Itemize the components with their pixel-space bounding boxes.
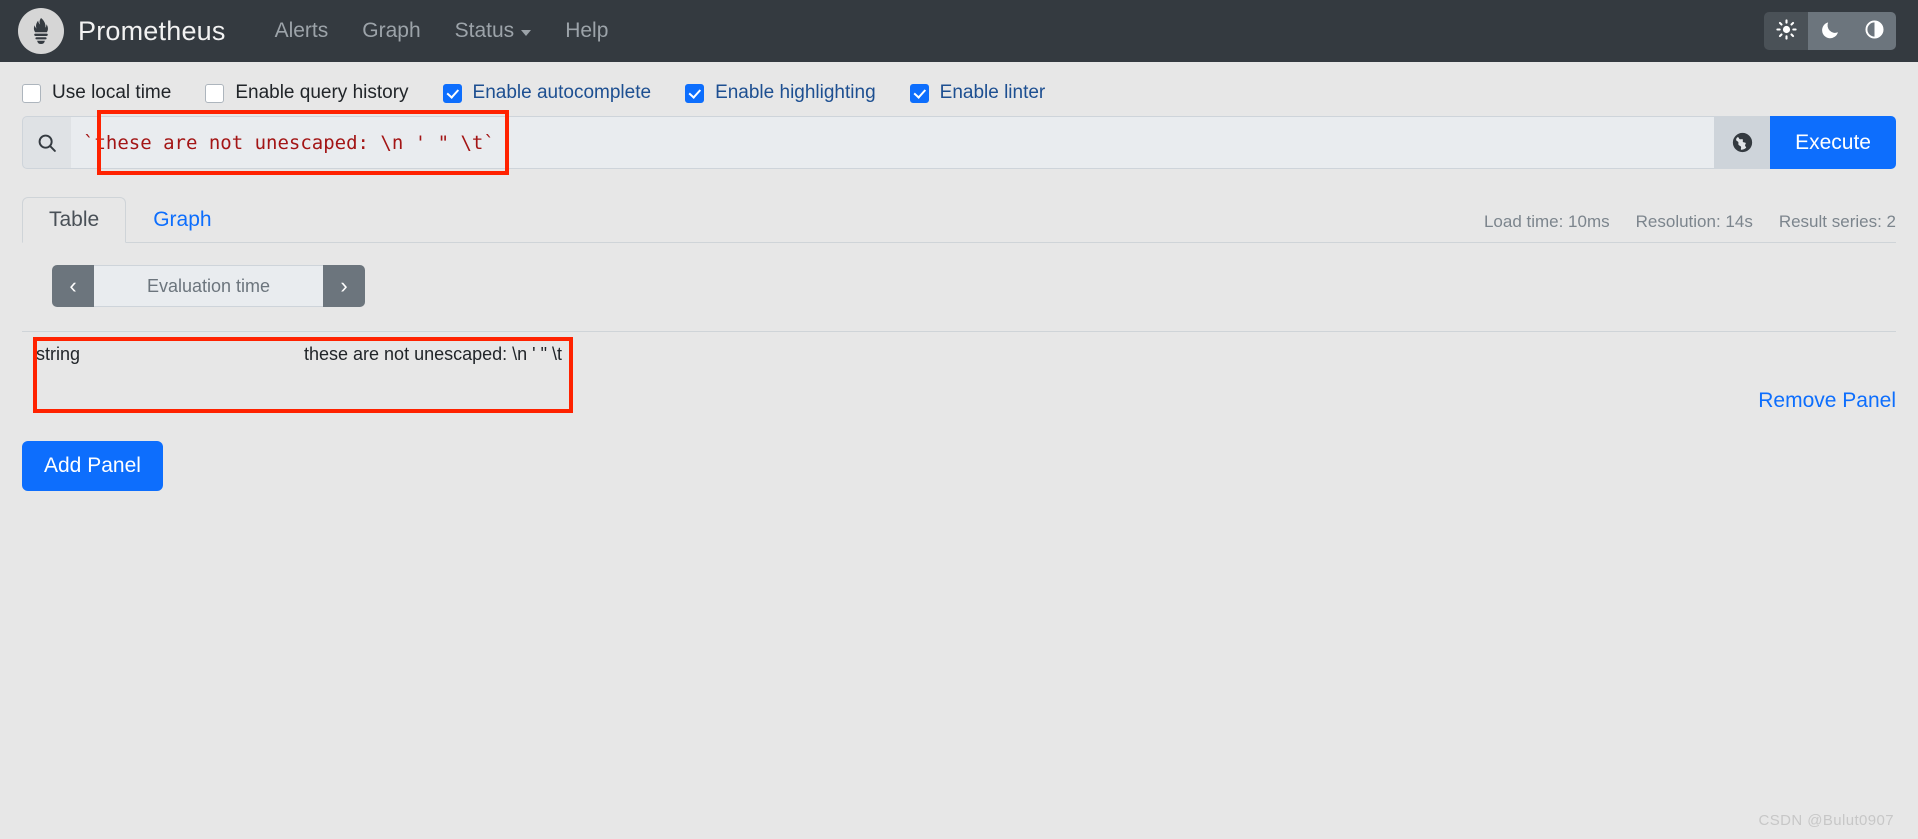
- auto-theme-button[interactable]: [1852, 12, 1896, 50]
- enable-query-history-label: Enable query history: [235, 82, 409, 103]
- add-panel-button[interactable]: Add Panel: [22, 441, 163, 491]
- use-local-time-label: Use local time: [52, 82, 172, 103]
- half-circle-icon: [1864, 19, 1885, 43]
- chevron-left-icon[interactable]: ‹: [52, 265, 94, 307]
- execute-button[interactable]: Execute: [1770, 116, 1896, 169]
- option-enable-highlighting[interactable]: Enable highlighting: [685, 82, 876, 104]
- nav-link-status-label: Status: [454, 19, 515, 42]
- query-input[interactable]: `these are not unescaped: \n ' " \t`: [71, 116, 1715, 169]
- globe-icon[interactable]: [1714, 116, 1771, 169]
- result-series-value: these are not unescaped: \n ' " \t: [290, 331, 1896, 377]
- navbar: Prometheus Alerts Graph Status Help: [0, 0, 1918, 62]
- query-bar-wrapper: `these are not unescaped: \n ' " \t` Exe…: [0, 110, 1918, 175]
- enable-linter-label: Enable linter: [939, 82, 1046, 103]
- enable-linter-checkbox[interactable]: [909, 83, 929, 103]
- option-use-local-time[interactable]: Use local time: [22, 82, 171, 104]
- resolution-text: Resolution: 14s: [1635, 212, 1753, 231]
- evaluation-time-row: ‹ Evaluation time ›: [52, 265, 1896, 307]
- nav-link-status[interactable]: Status: [438, 13, 549, 49]
- nav-link-help[interactable]: Help: [548, 13, 625, 49]
- theme-toggle-group: [1764, 12, 1896, 50]
- brand[interactable]: Prometheus: [18, 8, 226, 54]
- result-series-name: string: [22, 331, 290, 377]
- panel-tabs: Table Graph Load time: 10ms Resolution: …: [22, 195, 1896, 243]
- remove-panel-button[interactable]: Remove Panel: [1758, 389, 1896, 412]
- enable-autocomplete-checkbox[interactable]: [442, 83, 462, 103]
- result-table-wrapper: string these are not unescaped: \n ' " \…: [22, 331, 1896, 413]
- search-icon[interactable]: [22, 116, 71, 169]
- nav-link-graph-label: Graph: [362, 19, 421, 42]
- option-enable-query-history[interactable]: Enable query history: [205, 82, 409, 104]
- light-theme-button[interactable]: [1764, 12, 1808, 50]
- option-enable-linter[interactable]: Enable linter: [909, 82, 1046, 104]
- enable-highlighting-label: Enable highlighting: [715, 82, 876, 103]
- nav-link-alerts[interactable]: Alerts: [258, 13, 346, 49]
- option-enable-autocomplete[interactable]: Enable autocomplete: [442, 82, 652, 104]
- dark-theme-button[interactable]: [1808, 12, 1852, 50]
- result-table: string these are not unescaped: \n ' " \…: [22, 331, 1896, 377]
- prometheus-torch-icon: [18, 8, 64, 54]
- evaluation-time-input[interactable]: Evaluation time: [94, 265, 323, 307]
- table-row[interactable]: string these are not unescaped: \n ' " \…: [22, 331, 1896, 377]
- nav-link-help-label: Help: [565, 19, 609, 42]
- brand-name: Prometheus: [78, 15, 226, 46]
- panel-meta: Load time: 10ms Resolution: 14s Result s…: [1484, 212, 1896, 232]
- query-options-row: Use local time Enable query history Enab…: [0, 62, 1918, 116]
- sun-icon: [1775, 19, 1797, 43]
- query-bar: `these are not unescaped: \n ' " \t` Exe…: [22, 116, 1896, 169]
- use-local-time-checkbox[interactable]: [22, 83, 41, 103]
- enable-query-history-checkbox[interactable]: [205, 83, 225, 103]
- tab-graph[interactable]: Graph: [126, 197, 238, 243]
- chevron-down-icon: [521, 29, 532, 36]
- tab-table[interactable]: Table: [22, 197, 127, 243]
- enable-autocomplete-label: Enable autocomplete: [472, 82, 652, 103]
- watermark: CSDN @Bulut0907: [1758, 812, 1894, 829]
- nav-links: Alerts Graph Status Help: [258, 13, 626, 49]
- evaluation-time-group: ‹ Evaluation time ›: [52, 265, 365, 307]
- nav-link-graph[interactable]: Graph: [345, 13, 437, 49]
- enable-highlighting-checkbox[interactable]: [685, 83, 705, 103]
- moon-icon: [1820, 19, 1841, 43]
- result-series-text: Result series: 2: [1778, 212, 1896, 231]
- nav-link-alerts-label: Alerts: [274, 19, 329, 42]
- load-time-text: Load time: 10ms: [1483, 212, 1610, 231]
- add-panel-row: Add Panel: [22, 441, 1896, 491]
- chevron-right-icon[interactable]: ›: [323, 265, 365, 307]
- remove-panel-row: Remove Panel: [22, 389, 1896, 413]
